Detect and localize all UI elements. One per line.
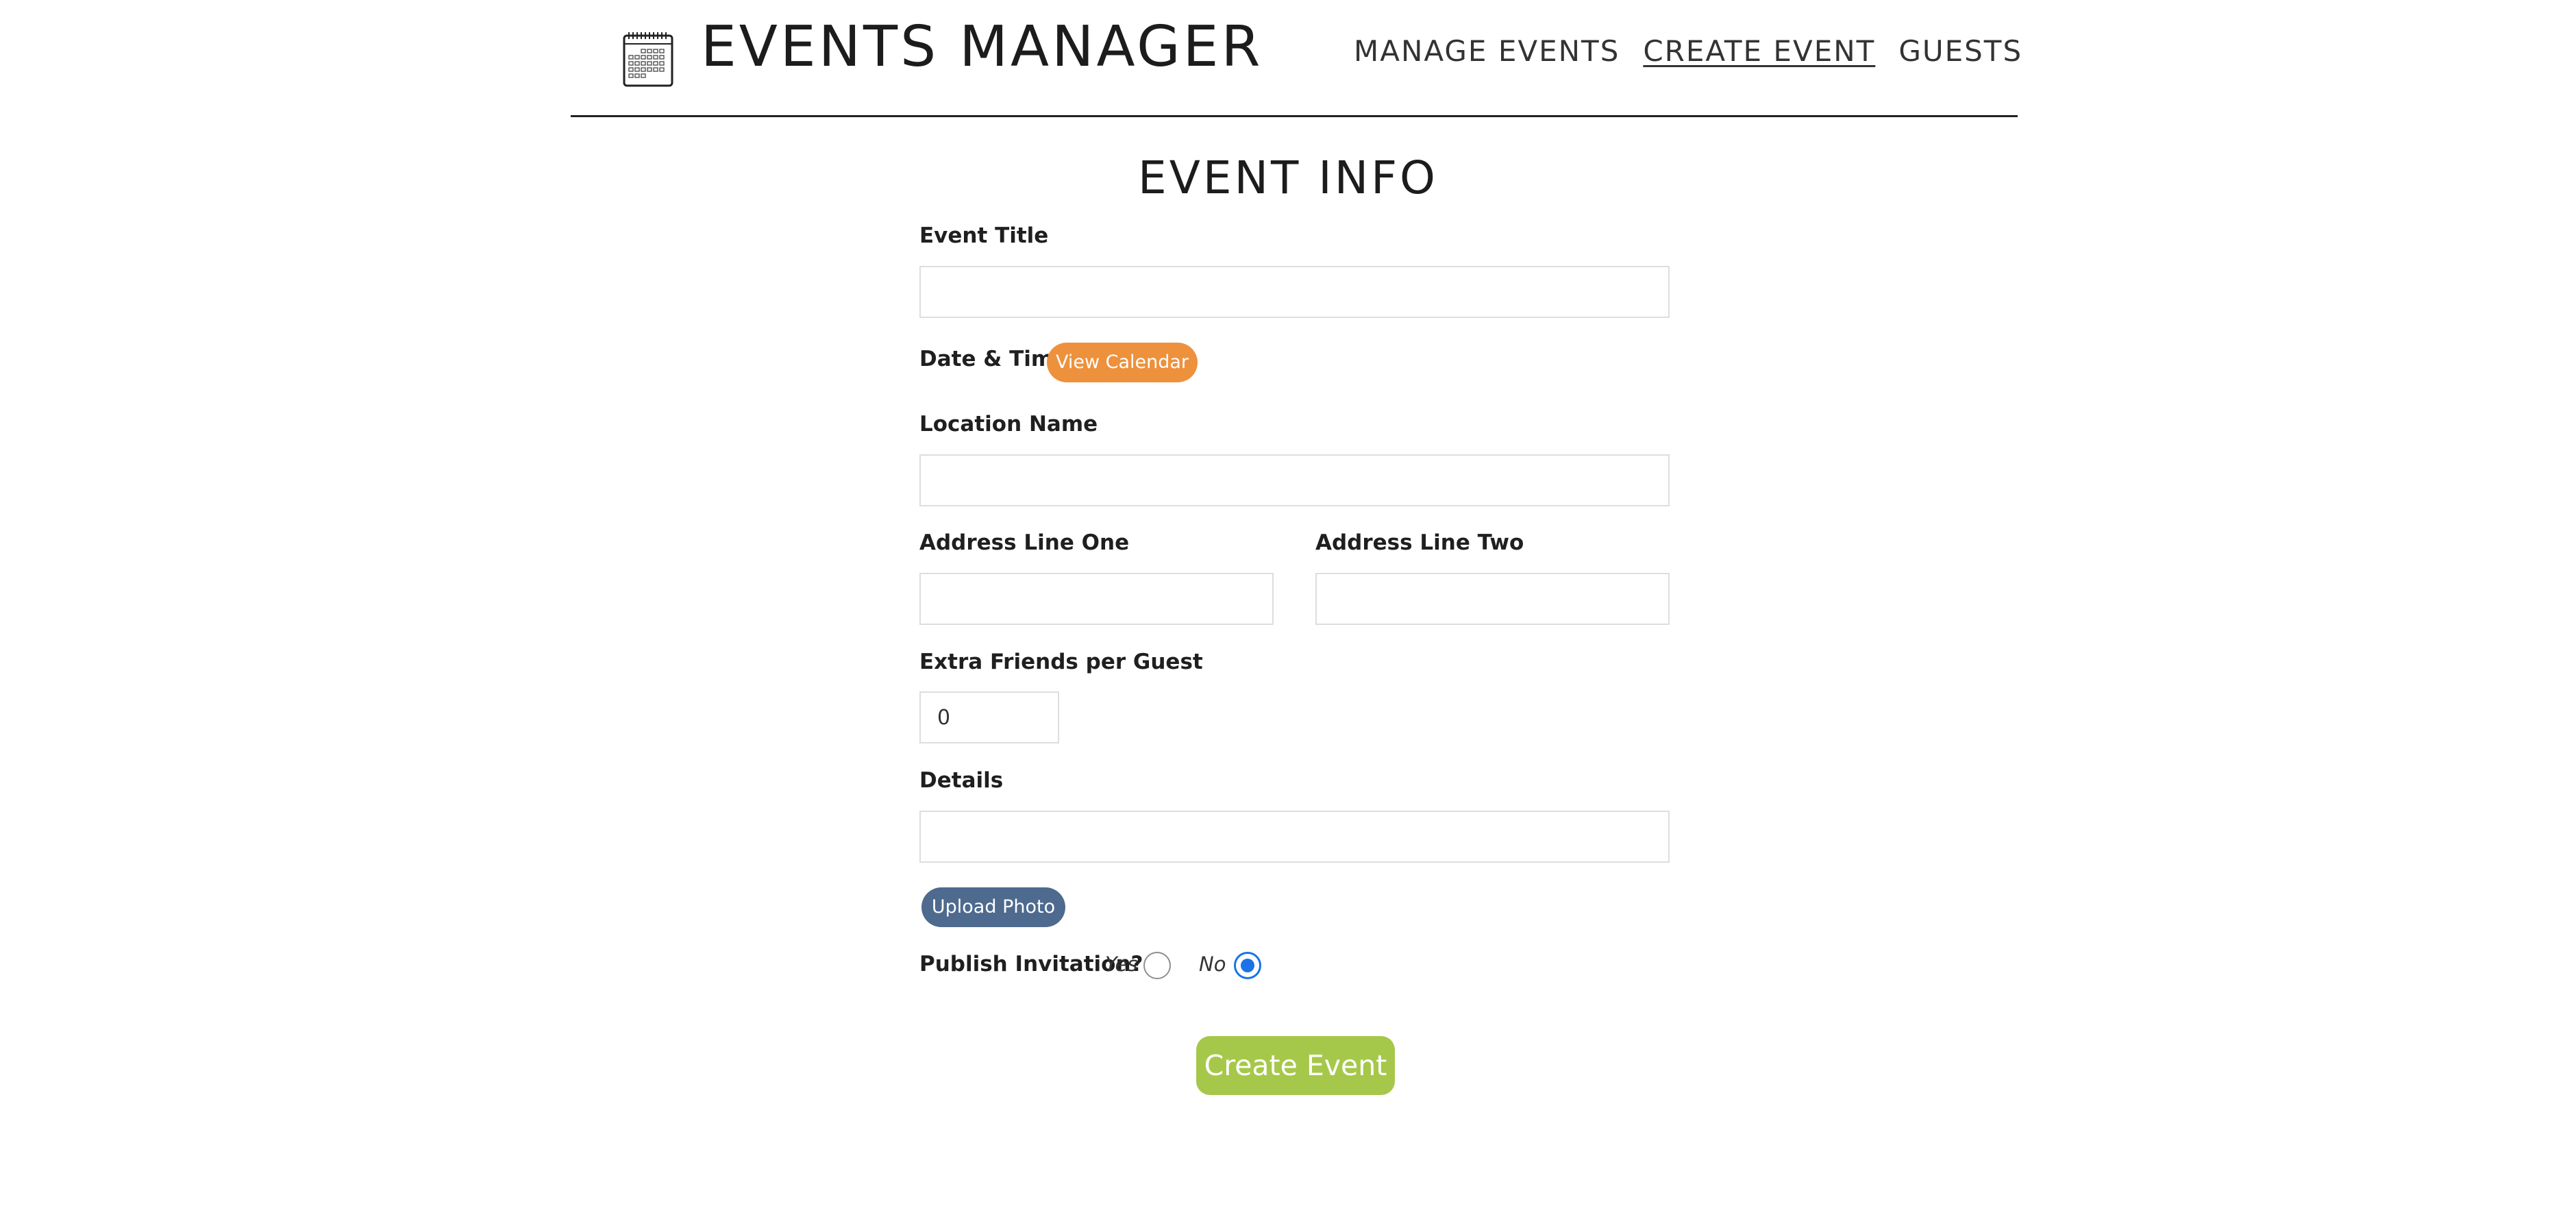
- nav-create-event[interactable]: CREATE EVENT: [1643, 34, 1875, 69]
- date-time-label: Date & Time: [919, 347, 1068, 371]
- extra-friends-label: Extra Friends per Guest: [919, 650, 1203, 674]
- location-name-input[interactable]: [919, 454, 1670, 506]
- address-line-two-input[interactable]: [1315, 573, 1670, 625]
- publish-yes-label: Yes: [1105, 952, 1138, 976]
- details-label: Details: [919, 768, 1004, 793]
- address-line-one-label: Address Line One: [919, 530, 1130, 555]
- details-input[interactable]: [919, 811, 1670, 863]
- upload-photo-button[interactable]: Upload Photo: [921, 887, 1065, 927]
- nav-guests[interactable]: GUESTS: [1898, 34, 2022, 69]
- page: EVENTS MANAGER MANAGE EVENTS CREATE EVEN…: [0, 0, 2576, 1230]
- publish-yes-radio[interactable]: [1143, 952, 1171, 979]
- form-title: EVENT INFO: [1138, 151, 1438, 204]
- event-title-input[interactable]: [919, 266, 1670, 318]
- location-name-label: Location Name: [919, 412, 1098, 436]
- extra-friends-input[interactable]: [919, 691, 1059, 743]
- calendar-icon: [623, 32, 673, 87]
- publish-no-label: No: [1199, 952, 1226, 976]
- create-event-button[interactable]: Create Event: [1196, 1036, 1395, 1095]
- nav-manage-events[interactable]: MANAGE EVENTS: [1354, 34, 1620, 69]
- publish-no-radio[interactable]: [1234, 952, 1261, 979]
- view-calendar-button[interactable]: View Calendar: [1047, 343, 1198, 382]
- address-line-two-label: Address Line Two: [1315, 530, 1524, 555]
- main-nav: MANAGE EVENTS CREATE EVENT GUESTS: [1354, 34, 2022, 69]
- event-title-label: Event Title: [919, 223, 1049, 248]
- app-title: EVENTS MANAGER: [701, 14, 1263, 79]
- top-header: EVENTS MANAGER MANAGE EVENTS CREATE EVEN…: [571, 0, 2021, 117]
- address-line-one-input[interactable]: [919, 573, 1274, 625]
